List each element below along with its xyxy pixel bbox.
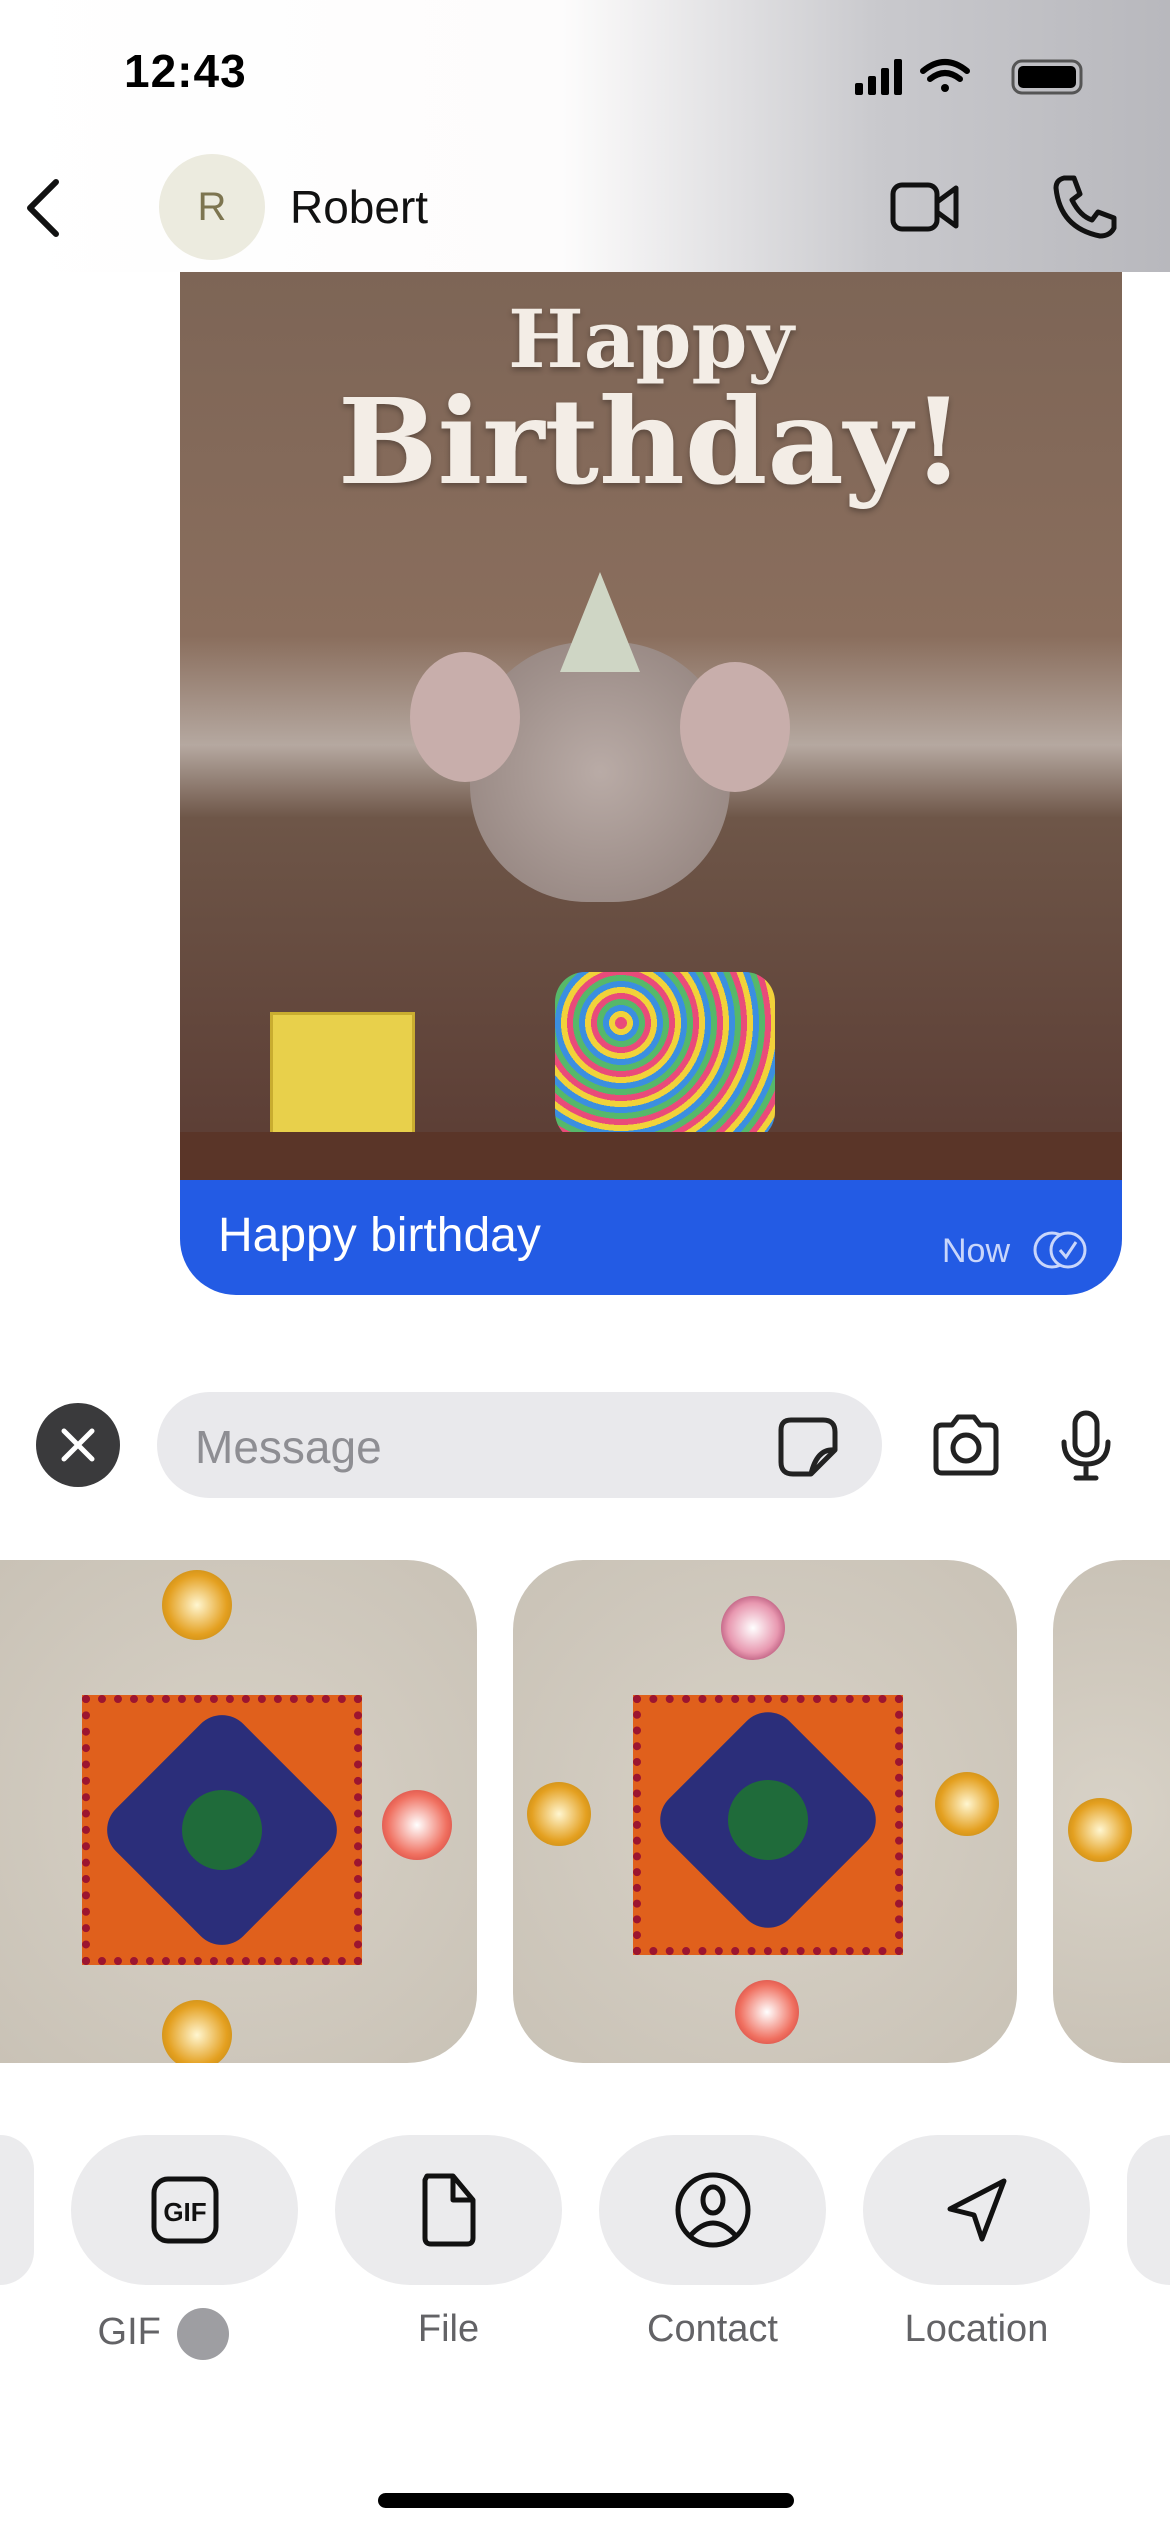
svg-text:GIF: GIF bbox=[163, 2197, 206, 2227]
message-text: Happy birthday bbox=[218, 1209, 541, 1262]
rangoli-center bbox=[182, 1790, 262, 1870]
location-button[interactable] bbox=[863, 2135, 1090, 2285]
diya-lamp bbox=[935, 1772, 999, 1836]
file-button[interactable] bbox=[335, 2135, 562, 2285]
file-icon bbox=[422, 2173, 475, 2247]
attachment-button-partial[interactable] bbox=[1127, 2135, 1170, 2285]
location-label: Location bbox=[904, 2308, 1049, 2350]
mouse-ear bbox=[410, 652, 520, 782]
message-placeholder: Message bbox=[195, 1421, 382, 1473]
diya-lamp bbox=[382, 1790, 452, 1860]
attachment-button-partial[interactable] bbox=[0, 2135, 34, 2285]
diya-lamp bbox=[162, 1570, 232, 1640]
close-attachments-button[interactable] bbox=[36, 1403, 120, 1487]
diya-lamp bbox=[721, 1596, 785, 1660]
gif-icon: GIF bbox=[151, 2176, 218, 2244]
birthday-gif[interactable]: Happy Birthday! bbox=[180, 272, 1122, 1182]
gif-label: GIF bbox=[50, 2308, 277, 2360]
avatar[interactable]: R bbox=[159, 154, 265, 260]
cake bbox=[555, 972, 775, 1142]
status-icons bbox=[855, 59, 1083, 95]
gift-box bbox=[270, 1012, 415, 1142]
loading-indicator bbox=[177, 2308, 230, 2360]
phone-call-icon[interactable] bbox=[1050, 172, 1120, 242]
home-indicator bbox=[378, 2493, 794, 2508]
message-bubble[interactable]: Happy birthday Now bbox=[180, 1180, 1122, 1295]
chat-header: 12:43 R Robert bbox=[0, 0, 1170, 272]
camera-icon[interactable] bbox=[930, 1413, 1002, 1477]
diya-lamp bbox=[1068, 1798, 1132, 1862]
mouse-ear bbox=[680, 662, 790, 792]
gif-button[interactable]: GIF bbox=[71, 2135, 298, 2285]
status-time: 12:43 bbox=[124, 45, 247, 97]
message-time: Now bbox=[942, 1232, 1011, 1270]
back-chevron-icon[interactable] bbox=[22, 178, 66, 238]
diya-lamp bbox=[527, 1782, 591, 1846]
photo-thumbnail[interactable] bbox=[0, 1560, 477, 2063]
close-icon bbox=[61, 1428, 95, 1462]
diya-lamp bbox=[735, 1980, 799, 2044]
rangoli-center bbox=[728, 1780, 808, 1860]
microphone-icon[interactable] bbox=[1058, 1410, 1114, 1482]
wifi-icon bbox=[920, 59, 970, 92]
read-receipt-icon bbox=[1033, 1231, 1087, 1269]
sticker-icon[interactable] bbox=[777, 1416, 843, 1478]
contact-name[interactable]: Robert bbox=[290, 180, 428, 234]
battery-icon bbox=[1011, 59, 1083, 95]
table bbox=[180, 1132, 1122, 1182]
file-label: File bbox=[417, 2308, 480, 2350]
location-arrow-icon bbox=[947, 2178, 1006, 2242]
diya-lamp bbox=[162, 2000, 232, 2063]
contact-label: Contact bbox=[647, 2308, 778, 2350]
contact-button[interactable] bbox=[599, 2135, 826, 2285]
signal-icon bbox=[855, 59, 902, 95]
party-hat bbox=[560, 572, 640, 672]
contact-icon bbox=[675, 2172, 750, 2248]
photo-thumbnail[interactable] bbox=[1053, 1560, 1170, 2063]
gif-caption-line2: Birthday! bbox=[337, 372, 965, 511]
photo-thumbnail[interactable] bbox=[513, 1560, 1017, 2063]
message-input[interactable]: Message bbox=[157, 1392, 882, 1498]
video-call-icon[interactable] bbox=[890, 180, 960, 234]
